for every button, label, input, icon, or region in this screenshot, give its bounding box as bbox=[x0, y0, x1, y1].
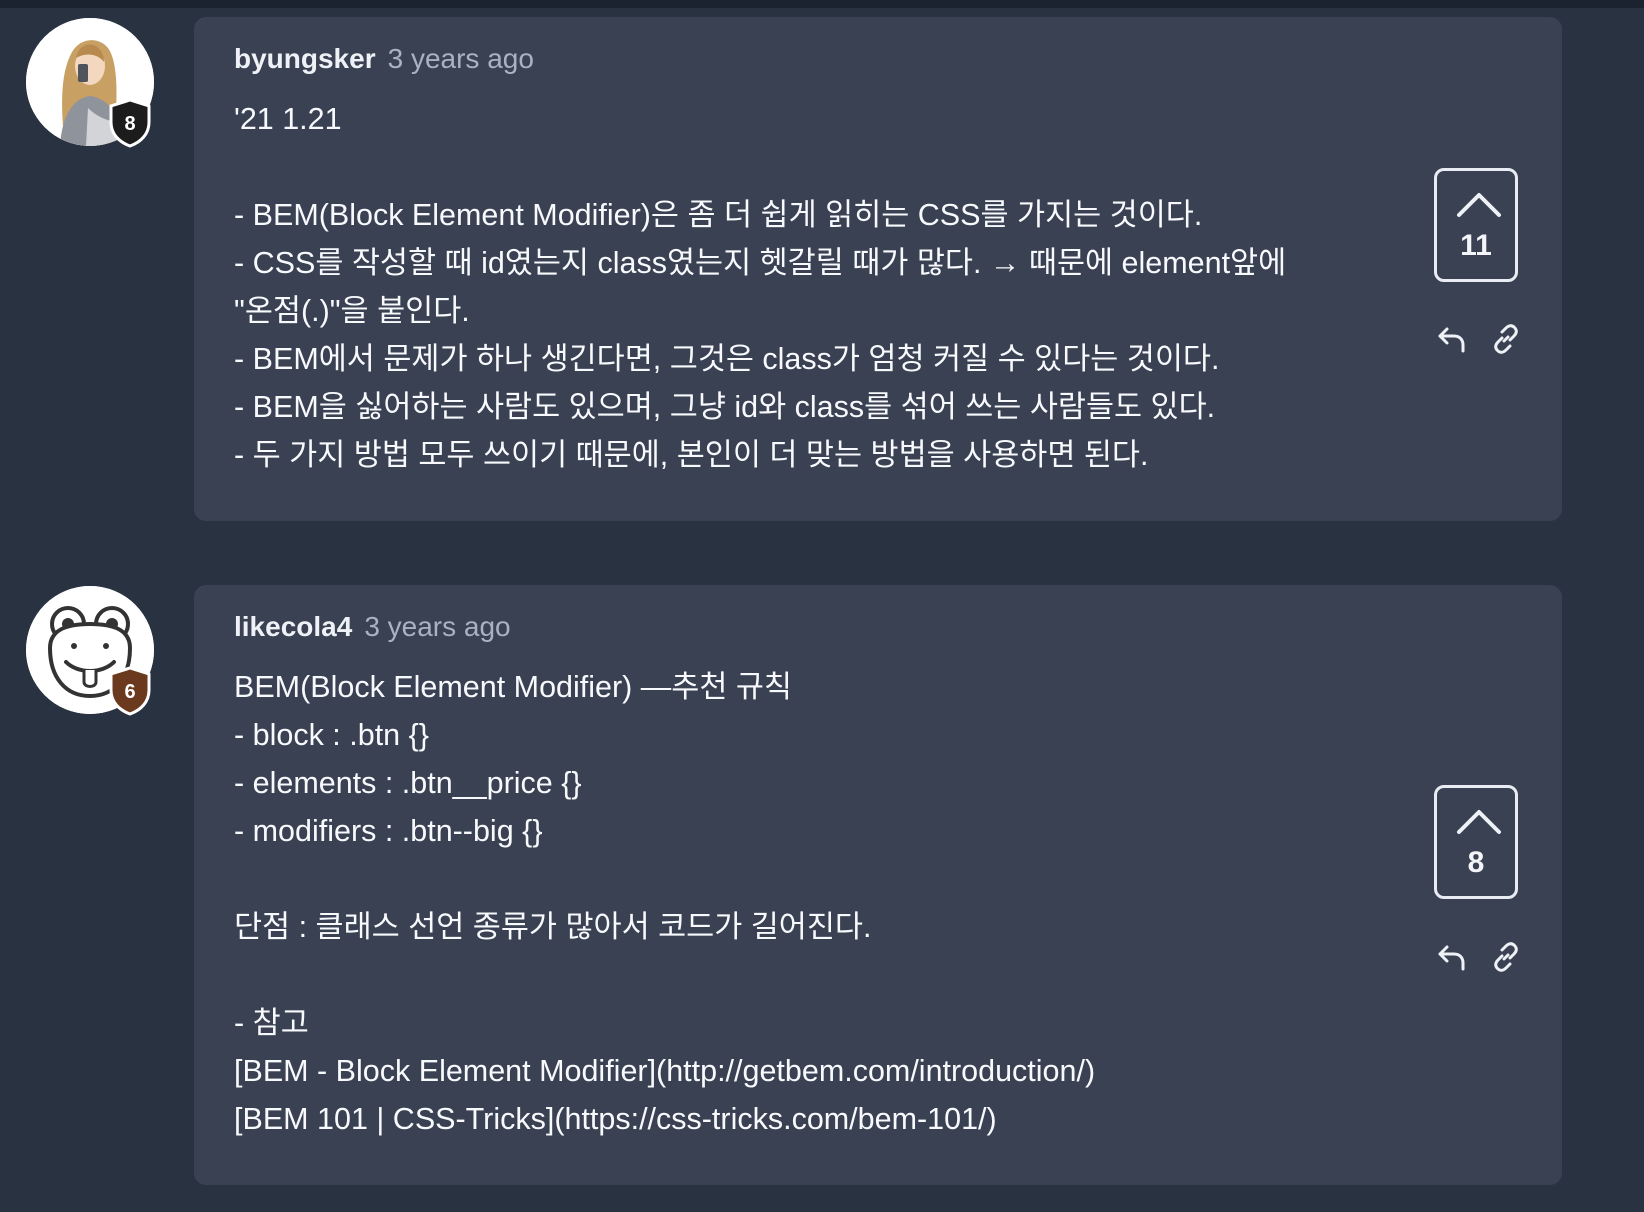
level-badge: 6 bbox=[108, 666, 152, 716]
comment-line: - BEM에서 문제가 하나 생긴다면, 그것은 class가 엄청 커질 수 … bbox=[234, 342, 1220, 376]
comment-card: byungsker 3 years ago '21 1.21 - BEM(Bloc… bbox=[194, 17, 1562, 521]
upvote-button[interactable]: 8 bbox=[1434, 785, 1518, 899]
comment-body: BEM(Block Element Modifier) —추천 규칙 - blo… bbox=[234, 663, 1334, 1143]
vote-count: 11 bbox=[1460, 229, 1492, 262]
comment-card: likecola4 3 years ago BEM(Block Element M… bbox=[194, 585, 1562, 1185]
comment-line: - 두 가지 방법 모두 쓰이기 때문에, 본인이 더 맞는 방법을 사용하면 … bbox=[234, 438, 1149, 472]
comment-line: - modifiers : .btn--big {} bbox=[234, 814, 543, 848]
badge-level-text: 8 bbox=[124, 113, 135, 135]
comment-line: - BEM(Block Element Modifier)은 좀 더 쉽게 읽히… bbox=[234, 198, 1203, 232]
comment-line bbox=[234, 143, 1334, 191]
comment-link-line[interactable]: [BEM 101 | CSS-Tricks](https://css-trick… bbox=[234, 1095, 1334, 1143]
shield-badge-icon: 8 bbox=[109, 98, 151, 148]
top-divider bbox=[0, 0, 1644, 8]
author-name[interactable]: likecola4 bbox=[234, 611, 352, 642]
chain-link-icon bbox=[1494, 942, 1518, 972]
comment-line: - block : .btn {} bbox=[234, 718, 429, 752]
reply-button[interactable] bbox=[1436, 323, 1468, 355]
comment-body: '21 1.21 - BEM(Block Element Modifier)은 … bbox=[234, 95, 1334, 479]
comment-timestamp[interactable]: 3 years ago bbox=[388, 43, 534, 74]
comment-line: - BEM을 싫어하는 사람도 있으며, 그냥 id와 class를 섞어 쓰는… bbox=[234, 390, 1216, 424]
reply-button[interactable] bbox=[1436, 941, 1468, 973]
comment-line: '21 1.21 bbox=[234, 102, 342, 136]
comment-line bbox=[234, 855, 1334, 903]
reply-arrow-icon bbox=[1438, 327, 1465, 353]
upvote-button[interactable]: 11 bbox=[1434, 168, 1518, 282]
comment-line: BEM(Block Element Modifier) —추천 규칙 bbox=[234, 670, 792, 704]
permalink-button[interactable] bbox=[1490, 323, 1522, 355]
comment-line: - CSS를 작성할 때 id였는지 class였는지 헷갈릴 때가 많다. →… bbox=[234, 246, 1287, 280]
comment-timestamp[interactable]: 3 years ago bbox=[364, 611, 510, 642]
comment-link-line[interactable]: [BEM - Block Element Modifier](http://ge… bbox=[234, 1047, 1334, 1095]
badge-level-text: 6 bbox=[124, 681, 135, 703]
chain-link-icon bbox=[1494, 324, 1518, 354]
level-badge: 8 bbox=[108, 98, 152, 148]
reply-arrow-icon bbox=[1438, 945, 1465, 971]
comment-line: "온점(.)"을 붙인다. bbox=[234, 294, 470, 328]
comment-line: 단점 : 클래스 선언 종류가 많아서 코드가 길어진다. bbox=[234, 910, 872, 944]
comment-line: - 참고 bbox=[234, 1006, 309, 1040]
chevron-up-icon bbox=[1457, 810, 1501, 834]
shield-badge-icon: 6 bbox=[109, 666, 151, 716]
chevron-up-icon bbox=[1457, 193, 1501, 217]
comment-line: - elements : .btn__price {} bbox=[234, 766, 582, 800]
vote-count: 8 bbox=[1467, 846, 1485, 879]
comment-header: likecola4 3 years ago bbox=[234, 609, 511, 645]
permalink-button[interactable] bbox=[1490, 941, 1522, 973]
comment-header: byungsker 3 years ago bbox=[234, 41, 534, 77]
author-name[interactable]: byungsker bbox=[234, 43, 376, 74]
comment-line bbox=[234, 951, 1334, 999]
